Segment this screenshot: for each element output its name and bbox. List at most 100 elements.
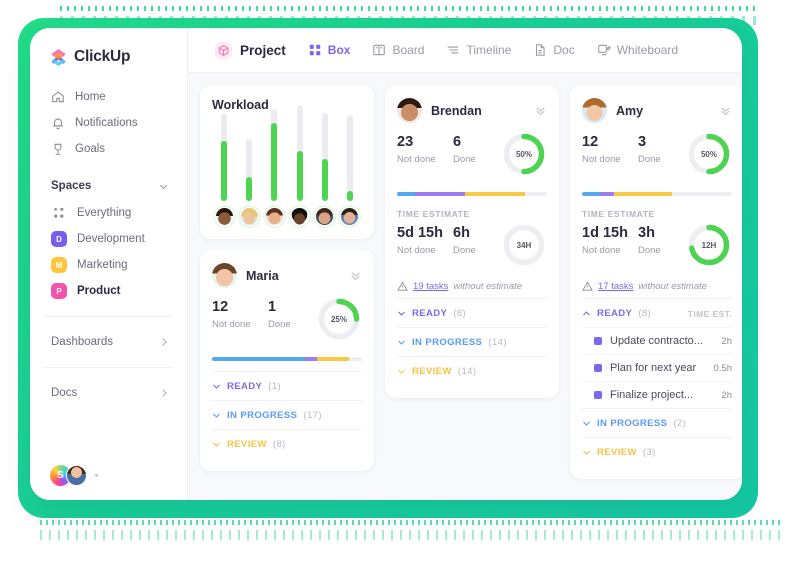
sidebar-item-notifications[interactable]: Notifications [30, 110, 187, 136]
stat-label: Not done [397, 244, 436, 256]
tab-whiteboard[interactable]: Whiteboard [588, 38, 687, 62]
time-donut: 12H [686, 222, 732, 268]
sidebar-item-dashboards[interactable]: Dashboards [30, 329, 187, 355]
chevrons-down-icon[interactable] [349, 269, 362, 282]
stat-label: Not done [582, 153, 621, 165]
status-group-review[interactable]: REVIEW (3) [582, 437, 732, 466]
avatar [264, 207, 284, 226]
chevron-down-icon [398, 369, 405, 374]
sidebar-item-home[interactable]: Home [30, 84, 187, 110]
avatar [315, 207, 335, 226]
status-group-review[interactable]: REVIEW (14) [397, 356, 547, 385]
workload-card: Workload [200, 85, 374, 239]
tab-board[interactable]: Board [363, 38, 433, 62]
stat-label: Not done [582, 244, 621, 256]
spaces-section-header[interactable]: Spaces [30, 162, 187, 200]
task-row[interactable]: Plan for next year 0.5h [582, 354, 732, 381]
board-columns: Workload Maria 12 Not done 1 Done 25% RE… [188, 73, 742, 500]
sidebar-user-area[interactable]: S [30, 453, 187, 500]
sidebar-item-docs[interactable]: Docs [30, 380, 187, 406]
stat-value: 5d 15h [397, 225, 443, 241]
chevron-down-icon[interactable] [158, 181, 169, 192]
without-estimate-warning[interactable]: 17 tasks without estimate [582, 281, 732, 292]
tab-label: Box [327, 43, 351, 57]
stat-value: 23 [397, 134, 414, 150]
sidebar-item-goals[interactable]: Goals [30, 136, 187, 162]
group-count: (14) [457, 366, 477, 377]
task-name: Plan for next year [610, 362, 697, 374]
without-estimate-warning[interactable]: 19 tasks without estimate [397, 281, 547, 292]
status-dot-icon [594, 337, 602, 345]
task-estimate: 2h [721, 335, 732, 347]
member-stats: 23 Not done 6 Done 50% [397, 133, 547, 181]
board-column-2: Brendan 23 Not done 6 Done 50% TIME ESTI… [385, 85, 559, 488]
screenshot-root: ClickUp Home Notifications Goals Spaces … [0, 0, 800, 564]
task-row[interactable]: Finalize project... 2h [582, 381, 732, 408]
workload-bar[interactable] [315, 113, 335, 226]
workload-bar[interactable] [290, 105, 310, 226]
status-group-ready[interactable]: READY (1) [212, 371, 362, 400]
chevron-right-icon [162, 389, 167, 397]
workload-bar[interactable] [264, 109, 284, 226]
tab-box[interactable]: Box [299, 38, 360, 62]
workload-bar[interactable] [340, 115, 360, 226]
stat-value: 12 [212, 299, 229, 315]
sidebar-item-marketing[interactable]: M Marketing [30, 252, 187, 278]
status-group-ready[interactable]: READY (8) [397, 298, 547, 327]
group-count: (8) [638, 308, 652, 319]
status-group-in-progress[interactable]: IN PROGRESS (2) [582, 408, 732, 437]
group-count: (1) [268, 381, 282, 392]
progress-segment-yellow [464, 192, 525, 196]
sidebar-divider [44, 367, 173, 368]
sidebar: ClickUp Home Notifications Goals Spaces … [30, 28, 188, 500]
space-badge: M [51, 257, 67, 273]
stat-not-done: 23 Not done [397, 134, 453, 165]
status-group-in-progress[interactable]: IN PROGRESS (17) [212, 400, 362, 429]
tab-label: Timeline [466, 43, 512, 57]
sidebar-item-product[interactable]: P Product [30, 278, 187, 304]
status-progress-bar [212, 357, 362, 361]
chevrons-down-icon[interactable] [719, 104, 732, 117]
status-group-review[interactable]: REVIEW (8) [212, 429, 362, 458]
status-dot-icon [594, 364, 602, 372]
view-tabs-bar: Project Box Board Timeline Doc Whiteboar… [188, 28, 742, 73]
time-estimate-stats: 1d 15h Not done 3h Done 12H [582, 224, 732, 272]
status-progress-bar [397, 192, 547, 196]
brand-logo[interactable]: ClickUp [30, 44, 187, 84]
status-group-ready[interactable]: READY (8) TIME EST. [582, 298, 732, 327]
avatar [214, 207, 234, 226]
caret-down-icon[interactable] [92, 471, 101, 480]
avatar [239, 207, 259, 226]
status-group-in-progress[interactable]: IN PROGRESS (14) [397, 327, 547, 356]
tab-timeline[interactable]: Timeline [437, 38, 520, 62]
donut-label: 34H [516, 240, 532, 250]
tab-project[interactable]: Project [206, 37, 295, 64]
board-column-1: Workload Maria 12 Not done 1 Done 25% RE… [200, 85, 374, 488]
group-label: IN PROGRESS [597, 418, 668, 429]
sidebar-item-development[interactable]: D Development [30, 226, 187, 252]
group-label: REVIEW [412, 366, 452, 377]
warning-link[interactable]: 17 tasks [598, 281, 633, 292]
group-label: IN PROGRESS [227, 410, 298, 421]
progress-segment-yellow [613, 192, 672, 196]
group-label: IN PROGRESS [412, 337, 483, 348]
task-name: Update contracto... [610, 335, 703, 347]
tab-label: Project [240, 42, 286, 58]
stat-label: Not done [212, 318, 251, 330]
workload-bar[interactable] [214, 113, 234, 226]
sidebar-item-label: Docs [51, 387, 78, 399]
task-row[interactable]: Update contracto... 2h [582, 327, 732, 354]
whiteboard-icon [597, 44, 611, 56]
user-avatar[interactable] [66, 465, 87, 486]
time-estimate-label: TIME ESTIMATE [582, 209, 655, 219]
time-est-column-header: TIME EST. [687, 308, 732, 319]
chevrons-down-icon[interactable] [534, 104, 547, 117]
avatar [212, 263, 237, 288]
warning-link[interactable]: 19 tasks [413, 281, 448, 292]
stat-label: Not done [397, 153, 436, 165]
workload-bar[interactable] [239, 139, 259, 226]
chevron-down-icon [583, 421, 590, 426]
space-badge: D [51, 231, 67, 247]
sidebar-item-everything[interactable]: Everything [30, 200, 187, 226]
tab-doc[interactable]: Doc [524, 38, 583, 62]
